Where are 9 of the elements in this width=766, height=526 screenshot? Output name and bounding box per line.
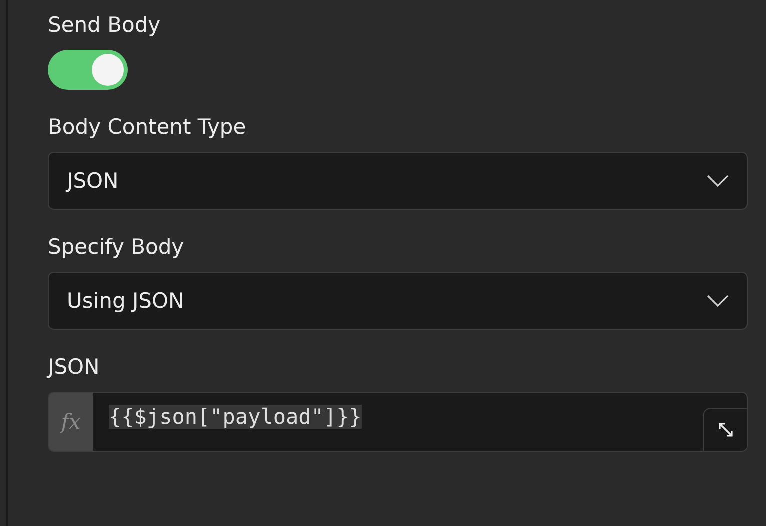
field-label: Send Body bbox=[48, 12, 162, 39]
field-label: Specify Body bbox=[48, 234, 186, 261]
toggle-switch[interactable] bbox=[48, 50, 128, 90]
chevron-down-icon bbox=[707, 175, 729, 187]
field-label: Body Content Type bbox=[48, 114, 248, 141]
dropdown[interactable]: JSON bbox=[48, 152, 748, 210]
dropdown[interactable]: Using JSON bbox=[48, 272, 748, 330]
chevron-down-icon bbox=[707, 295, 729, 307]
field-label: JSON bbox=[48, 354, 101, 381]
